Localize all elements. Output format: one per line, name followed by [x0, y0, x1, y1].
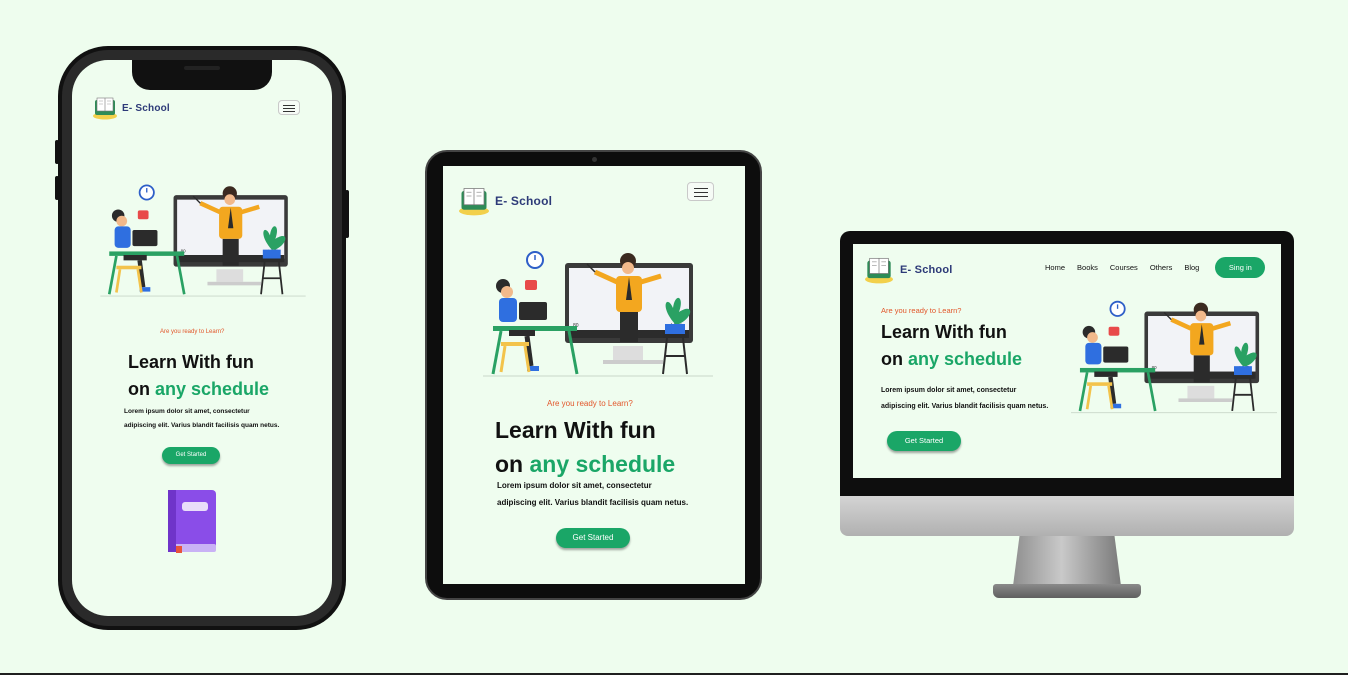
- hero-illustration: 80 LIVE: [1071, 300, 1277, 414]
- hero-body-line1: Lorem ipsum dolor sit amet, consectetur: [124, 408, 250, 415]
- menu-toggle-button[interactable]: [687, 182, 714, 201]
- hero-body-line1: Lorem ipsum dolor sit amet, consectetur: [881, 387, 1017, 394]
- purple-book-icon: [168, 490, 216, 553]
- phone-volume-button: [55, 140, 59, 164]
- hamburger-icon: [693, 188, 708, 189]
- nav-link-blog[interactable]: Blog: [1184, 263, 1199, 272]
- top-nav: Home Books Courses Others Blog Sing in: [1045, 256, 1266, 278]
- hero-title-highlight: any schedule: [908, 349, 1023, 369]
- hero-body-line2: adipiscing elit. Varius blandit facilisi…: [497, 498, 689, 507]
- hero-title-prefix: on: [128, 379, 155, 399]
- get-started-button[interactable]: Get Started: [162, 447, 220, 464]
- hero-title-prefix: on: [495, 451, 530, 477]
- monitor-chin: [840, 496, 1294, 536]
- hero-illustration: 80 LIVE: [483, 251, 713, 377]
- hero-body-line1: Lorem ipsum dolor sit amet, consectetur: [497, 481, 652, 490]
- tablet-screen: E- School 80 LIVE: [443, 166, 745, 584]
- phone-power-button: [345, 190, 349, 238]
- menu-toggle-button[interactable]: [278, 100, 300, 115]
- logo[interactable]: E- School: [863, 256, 953, 284]
- phone-volume-button: [55, 176, 59, 200]
- monitor-stand-base: [993, 584, 1141, 598]
- hero-title-highlight: any schedule: [529, 451, 676, 477]
- hamburger-icon: [283, 105, 295, 106]
- hero-tagline: Are you ready to Learn?: [160, 329, 225, 335]
- hero-illustration: 80 LIVE: [100, 184, 306, 297]
- hero-title-line1: Learn With fun: [881, 322, 1007, 342]
- hero-title-line1: Learn With fun: [495, 417, 656, 443]
- hero-tagline: Are you ready to Learn?: [881, 306, 962, 315]
- brand-name: E- School: [900, 264, 953, 276]
- book-logo-icon: [865, 257, 893, 284]
- hero-title-highlight: any schedule: [155, 379, 270, 399]
- hero-body-line2: adipiscing elit. Varius blandit facilisi…: [881, 403, 1049, 410]
- monitor-stand-neck: [1013, 536, 1121, 586]
- desktop-monitor-mockup: E- School Home Books Courses Others Blog…: [840, 231, 1294, 497]
- get-started-button[interactable]: Get Started: [556, 528, 630, 548]
- hero-title-line2: on any schedule: [128, 380, 269, 398]
- hero-title-line2: on any schedule: [495, 453, 675, 476]
- logo[interactable]: E- School: [92, 96, 170, 120]
- logo[interactable]: E- School: [457, 186, 552, 216]
- get-started-button[interactable]: Get Started: [887, 431, 961, 451]
- hero-title-prefix: on: [881, 349, 908, 369]
- brand-name: E- School: [495, 194, 553, 208]
- desktop-screen: E- School Home Books Courses Others Blog…: [853, 244, 1281, 478]
- nav-link-courses[interactable]: Courses: [1110, 263, 1138, 272]
- tablet-camera: [592, 157, 597, 162]
- nav-link-home[interactable]: Home: [1045, 263, 1065, 272]
- hero-title-line1: Learn With fun: [128, 352, 254, 372]
- sign-in-button[interactable]: Sing in: [1215, 256, 1266, 278]
- tablet-mockup: E- School 80 LIVE: [425, 150, 762, 600]
- book-logo-icon: [93, 97, 117, 120]
- hero-tagline: Are you ready to Learn?: [547, 399, 633, 408]
- phone-notch: [132, 60, 272, 90]
- brand-name: E- School: [122, 102, 170, 114]
- nav-link-books[interactable]: Books: [1077, 263, 1098, 272]
- phone-mockup: E- School 80 LIVE: [58, 46, 346, 630]
- phone-screen: E- School 80 LIVE: [72, 60, 332, 616]
- hero-title-line2: on any schedule: [881, 350, 1022, 368]
- book-logo-icon: [459, 188, 489, 216]
- hero-body-line2: adipiscing elit. Varius blandit facilisi…: [124, 422, 280, 429]
- nav-link-others[interactable]: Others: [1150, 263, 1173, 272]
